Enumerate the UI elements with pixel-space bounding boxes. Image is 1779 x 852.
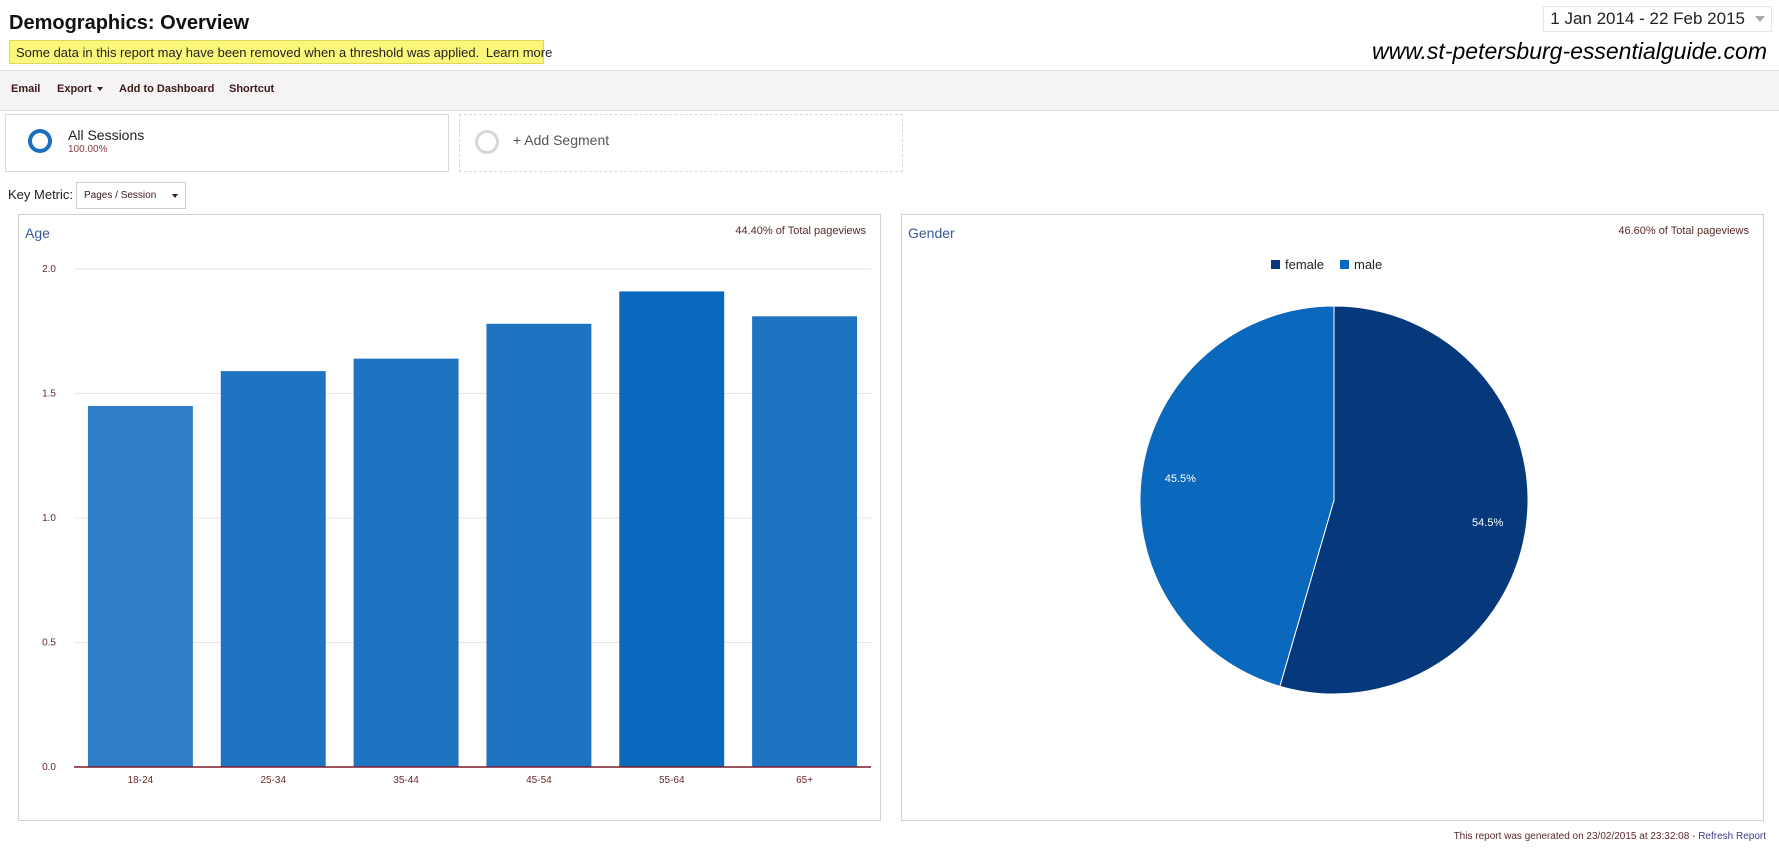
empty-ring-icon (475, 130, 499, 154)
legend-swatch-male (1340, 260, 1349, 269)
pie-label-male: 45.5% (1165, 473, 1196, 485)
age-bar-chart: 0.0 0.5 1.0 1.5 2.0 18-24 25-34 35-44 45-54 55-64… (42, 264, 871, 786)
y-tick-label: 1.5 (42, 389, 56, 400)
notice-text: Some data in this report may have been r… (16, 45, 480, 60)
shortcut-button[interactable]: Shortcut (229, 83, 274, 95)
key-metric-label: Key Metric: (8, 187, 74, 202)
x-tick-label: 45-54 (526, 775, 552, 786)
x-tick-label: 25-34 (260, 775, 286, 786)
bar-35-44 (353, 358, 459, 767)
pie-label-female: 54.5% (1472, 517, 1503, 529)
y-tick-label: 2.0 (42, 264, 56, 275)
legend-label-female: female (1285, 257, 1324, 272)
x-tick-label: 65+ (796, 775, 813, 786)
page-title: Demographics: Overview (9, 12, 250, 34)
x-tick-label: 35-44 (393, 775, 419, 786)
toolbar: Email Export Add to Dashboard Shortcut (0, 70, 1779, 111)
y-tick-label: 0.5 (42, 638, 56, 649)
legend-swatch-female (1271, 260, 1280, 269)
learn-more-link[interactable]: Learn more (486, 45, 552, 60)
add-segment-button[interactable]: + Add Segment (459, 114, 903, 172)
bar-25-34 (220, 371, 326, 767)
segment-all-sessions[interactable]: All Sessions 100.00% (5, 114, 449, 172)
refresh-report-link[interactable]: Refresh Report (1698, 831, 1766, 842)
x-tick-label: 55-64 (659, 775, 685, 786)
gender-panel: Gender 46.60% of Total pageviews female m… (901, 214, 1764, 821)
legend-label-male: male (1354, 257, 1382, 272)
email-button[interactable]: Email (11, 83, 40, 95)
watermark: www.st-petersburg-essentialguide.com (1371, 38, 1767, 64)
bar-55-64 (619, 291, 725, 767)
bar-45-54 (486, 323, 592, 767)
caret-down-icon (96, 87, 103, 92)
export-label: Export (57, 83, 92, 95)
caret-down-icon (172, 194, 178, 198)
segment-name: All Sessions (68, 127, 145, 143)
key-metric-value: Pages / Session (84, 190, 157, 201)
segment-ring-icon (28, 129, 52, 153)
y-tick-label: 1.0 (42, 513, 56, 524)
segment-pct: 100.00% (68, 144, 108, 155)
footer-text: This report was generated on 23/02/2015 … (1453, 831, 1699, 842)
age-panel: Age 44.40% of Total pageviews 0.0 0.5 1.0 1… (18, 214, 881, 821)
key-metric-dropdown[interactable]: Pages / Session (76, 182, 186, 209)
date-range-picker[interactable]: 1 Jan 2014 - 22 Feb 2015 (1543, 6, 1772, 32)
bar-65+ (752, 316, 858, 767)
bar-18-24 (87, 405, 193, 767)
export-button[interactable]: Export (57, 83, 103, 95)
chevron-down-icon (1755, 16, 1765, 22)
x-tick-label: 18-24 (128, 775, 154, 786)
threshold-notice: Some data in this report may have been r… (9, 40, 552, 64)
add-segment-label: + Add Segment (513, 132, 610, 148)
y-tick-label: 0.0 (42, 762, 56, 773)
date-range-label: 1 Jan 2014 - 22 Feb 2015 (1550, 9, 1745, 28)
add-to-dashboard-button[interactable]: Add to Dashboard (119, 83, 214, 95)
footer: This report was generated on 23/02/2015 … (1454, 831, 1766, 842)
gender-pie-chart: female male 54.5% 45.5% (1139, 257, 1529, 695)
